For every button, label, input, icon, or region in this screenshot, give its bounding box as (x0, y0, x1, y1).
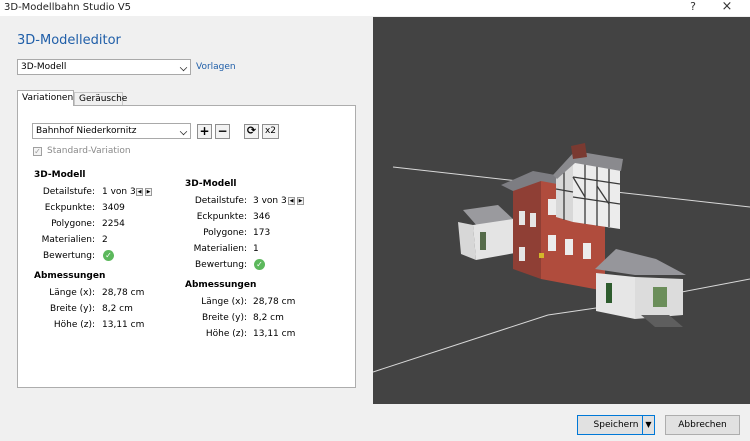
height-value: 13,11 cm (253, 329, 296, 339)
detail-level-label: Detailstufe: (194, 196, 247, 206)
x2-label: x2 (264, 126, 277, 136)
detail-level-label: Detailstufe: (42, 187, 95, 197)
close-button[interactable]: × (716, 0, 738, 16)
model-type-select[interactable]: 3D-Modell (17, 59, 191, 75)
rating-label: Bewertung: (43, 251, 95, 261)
stairs (641, 315, 683, 327)
title-bar: 3D-Modellbahn Studio V5 ? × (0, 0, 750, 16)
model-left-heading: 3D-Modell (34, 170, 86, 180)
annex-right-front (596, 273, 635, 319)
remove-variation-button[interactable]: − (215, 124, 230, 139)
3d-viewport[interactable] (373, 17, 750, 404)
width-value: 8,2 cm (102, 304, 133, 314)
tab-label: Geräusche (79, 94, 128, 104)
vertices-label: Eckpunkte: (44, 203, 95, 213)
detail-level-value: 1 von 3 (102, 187, 136, 197)
length-value: 28,78 cm (253, 297, 296, 307)
detail-level-value: 3 von 3 (253, 196, 287, 206)
polygons-value: 2254 (102, 219, 125, 229)
width-label: Breite (y): (201, 313, 247, 323)
page-title: 3D-Modelleditor (17, 33, 121, 48)
cancel-label: Abbrechen (678, 420, 727, 430)
window (548, 235, 556, 251)
chevron-down-icon[interactable]: ▼ (642, 416, 654, 434)
window (565, 239, 573, 255)
annex-door (606, 283, 612, 303)
annex-wall-front (473, 219, 515, 260)
annex-door (480, 232, 486, 250)
variation-value: Bahnhof Niederkornitz (36, 126, 137, 136)
minus-icon: − (217, 124, 228, 138)
double-button[interactable]: x2 (262, 124, 279, 139)
arrow-left-icon[interactable]: ◀ (136, 188, 143, 196)
polygons-label: Polygone: (203, 228, 247, 238)
tab-label: Variationen (22, 93, 74, 103)
dimensions-heading: Abmessungen (185, 280, 257, 290)
window (548, 199, 556, 215)
refresh-button[interactable]: ⟳ (244, 124, 259, 139)
save-button[interactable]: Speichern ▼ (577, 415, 655, 435)
check-icon: ✓ (34, 147, 41, 156)
arrow-right-icon[interactable]: ▶ (145, 188, 152, 196)
window-title: 3D-Modellbahn Studio V5 (4, 2, 132, 13)
arrow-right-icon[interactable]: ▶ (297, 197, 304, 205)
save-label: Speichern (593, 420, 639, 430)
vertices-label: Eckpunkte: (196, 212, 247, 222)
rating-label: Bewertung: (195, 260, 247, 270)
materials-label: Materialien: (41, 235, 95, 245)
window (583, 243, 591, 259)
chevron-down-icon (179, 127, 188, 136)
length-label: Länge (x): (49, 288, 95, 298)
width-value: 8,2 cm (253, 313, 284, 323)
materials-label: Materialien: (193, 244, 247, 254)
chevron-down-icon (179, 63, 188, 72)
window (530, 213, 536, 227)
refresh-icon: ⟳ (246, 124, 257, 137)
vertices-value: 3409 (102, 203, 125, 213)
vertices-value: 346 (253, 212, 271, 222)
length-label: Länge (x): (201, 297, 247, 307)
materials-value: 2 (102, 235, 108, 245)
annex-roof-right (595, 249, 686, 275)
station-clock (539, 253, 544, 258)
polygons-value: 173 (253, 228, 271, 238)
standard-variation-checkbox[interactable]: ✓ (33, 147, 42, 156)
variation-select[interactable]: Bahnhof Niederkornitz (32, 123, 191, 139)
axis-line-z (373, 314, 549, 373)
cancel-button[interactable]: Abbrechen (665, 415, 740, 435)
polygons-label: Polygone: (51, 219, 95, 229)
width-label: Breite (y): (49, 304, 95, 314)
annex-gate (653, 287, 667, 307)
standard-variation-label: Standard-Variation (47, 146, 131, 156)
add-variation-button[interactable]: + (197, 124, 212, 139)
chimney (571, 143, 587, 159)
tab-variationen[interactable]: Variationen (17, 90, 74, 106)
length-value: 28,78 cm (102, 288, 145, 298)
window (519, 211, 525, 225)
height-label: Höhe (z): (53, 320, 95, 330)
help-button[interactable]: ? (682, 0, 704, 16)
templates-link[interactable]: Vorlagen (196, 62, 236, 72)
3d-scene (373, 143, 750, 373)
axis-line-ground (547, 306, 604, 316)
dimensions-heading: Abmessungen (34, 271, 106, 281)
main-wall-side (513, 177, 541, 279)
variations-panel: Bahnhof Niederkornitz + − ⟳ x2 ✓ Standar… (17, 105, 356, 388)
model-right-heading: 3D-Modell (185, 179, 237, 189)
plus-icon: + (199, 124, 210, 138)
materials-value: 1 (253, 244, 259, 254)
tab-geraeusche[interactable]: Geräusche (74, 92, 127, 106)
arrow-left-icon[interactable]: ◀ (288, 197, 295, 205)
height-label: Höhe (z): (205, 329, 247, 339)
window (519, 247, 525, 261)
check-circle-icon: ✓ (254, 259, 265, 270)
height-value: 13,11 cm (102, 320, 145, 330)
check-circle-icon: ✓ (103, 250, 114, 261)
model-type-value: 3D-Modell (21, 62, 67, 72)
